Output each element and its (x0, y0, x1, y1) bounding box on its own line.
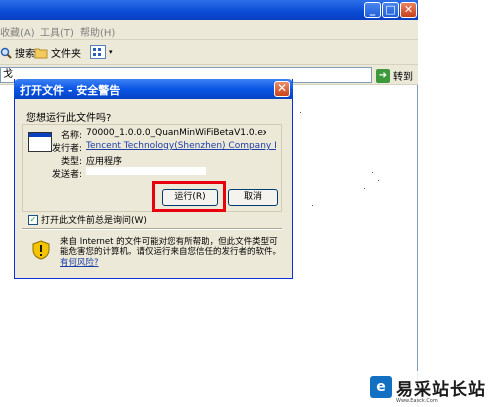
redacted-sender (86, 167, 206, 175)
always-ask-checkbox[interactable]: ✓ (28, 214, 38, 225)
minimize-button[interactable]: _ (364, 2, 381, 18)
type-value: 应用程序 (86, 157, 123, 167)
name-value: 70000_1.0.0.0_QuanMinWiFiBetaV1.0.exe (86, 128, 266, 138)
dialog-title: 打开文件 - 安全警告 (20, 84, 121, 97)
explorer-toolbar: 搜索 文件夹 ▾ (0, 40, 418, 65)
dot (312, 205, 313, 206)
folders-label: 文件夹 (51, 49, 81, 60)
site-watermark: e 易采站长站 Www.Easck.Com (368, 371, 500, 407)
dot (378, 180, 379, 181)
menu-help[interactable]: 帮助(H) (80, 24, 115, 39)
run-button-highlight (152, 181, 226, 212)
close-button[interactable]: ✕ (400, 2, 417, 18)
go-arrow-icon: ➜ (376, 68, 390, 83)
type-label: 类型: (60, 157, 82, 167)
risk-link[interactable]: 有何风险? (60, 256, 99, 268)
watermark-subtext: Www.Easck.Com (396, 398, 438, 404)
explorer-menubar: 收藏(A) 工具(T) 帮助(H) (0, 20, 418, 54)
dialog-question: 您想运行此文件吗? (26, 113, 112, 124)
always-ask-label: 打开此文件前总是询问(W) (41, 216, 147, 226)
views-button[interactable]: ▾ (90, 45, 113, 59)
always-ask-checkbox-row[interactable]: ✓ 打开此文件前总是询问(W) (28, 213, 147, 226)
dot (300, 112, 301, 113)
warning-text: 来自 Internet 的文件可能对您有所帮助，但此文件类型可能危害您的计算机。… (60, 237, 282, 257)
search-button[interactable]: 搜索 (0, 45, 35, 60)
watermark-text: 易采站长站 (396, 380, 486, 400)
explorer-titlebar: _ □ ✕ (0, 0, 418, 20)
dot (372, 172, 373, 173)
publisher-link[interactable]: Tencent Technology(Shenzhen) Company Li.… (86, 141, 276, 151)
security-shield-icon (32, 240, 50, 260)
publisher-label: 发行者: (51, 144, 82, 154)
dialog-close-button[interactable]: ✕ (274, 81, 290, 97)
menu-favorites[interactable]: 收藏(A) (0, 24, 35, 39)
menu-tools[interactable]: 工具(T) (40, 24, 74, 39)
go-label: 转到 (393, 72, 413, 83)
folders-button[interactable]: 文件夹 (34, 45, 81, 60)
name-label: 名称: (60, 131, 82, 141)
views-icon (90, 45, 106, 59)
search-icon (0, 47, 12, 59)
go-button[interactable]: ➜ 转到 (376, 68, 413, 83)
dot (364, 188, 365, 189)
maximize-button[interactable]: □ (382, 2, 399, 18)
close-icon: ✕ (276, 81, 288, 95)
chevron-down-icon: ▾ (109, 48, 113, 56)
dialog-divider (22, 228, 282, 230)
folder-icon (34, 48, 48, 58)
sender-label: 发送者: (51, 170, 82, 180)
cancel-button[interactable]: 取消 (228, 189, 278, 206)
search-label: 搜索 (15, 49, 35, 60)
dialog-titlebar[interactable]: 打开文件 - 安全警告 ✕ (14, 79, 293, 99)
site-logo: e (370, 376, 392, 398)
